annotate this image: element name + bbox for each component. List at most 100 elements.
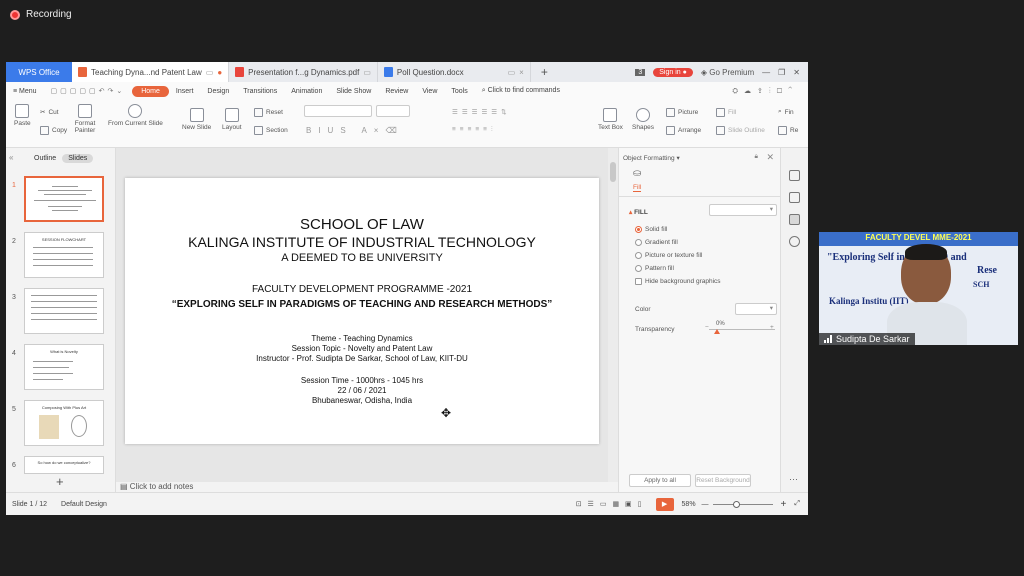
slide-thumbnail-4[interactable]: What is Novelty bbox=[24, 344, 104, 390]
thumb-title: Composing With Plus Art bbox=[41, 405, 87, 410]
menu-slide-show[interactable]: Slide Show bbox=[329, 88, 378, 95]
arrange-label: Arrange bbox=[678, 127, 702, 134]
fill-type-select[interactable]: ▾ bbox=[709, 204, 777, 216]
tab-slides[interactable]: Slides bbox=[62, 154, 94, 163]
panel-title[interactable]: Object Formatting ▾ bbox=[623, 154, 680, 162]
radio-pattern-fill[interactable]: Pattern fill bbox=[635, 265, 674, 272]
zoom-level[interactable]: 58% bbox=[682, 501, 696, 508]
shapes-button[interactable]: Shapes bbox=[632, 108, 654, 131]
zoom-in-icon[interactable]: + bbox=[781, 499, 787, 510]
history-icon[interactable] bbox=[789, 236, 800, 247]
window-count-badge[interactable]: 3 bbox=[635, 68, 646, 76]
radio-picture-fill[interactable]: Picture or texture fill bbox=[635, 252, 702, 259]
color-picker[interactable]: ▾ bbox=[735, 303, 777, 315]
arrange-button[interactable]: Arrange bbox=[666, 126, 701, 135]
collapse-panel-icon[interactable]: « bbox=[9, 153, 13, 162]
replace-button[interactable]: Re bbox=[778, 126, 798, 135]
fit-window-icon[interactable]: ⤢ bbox=[794, 500, 800, 508]
play-slideshow-button[interactable]: ▶ bbox=[655, 497, 674, 511]
radio-solid-fill[interactable]: Solid fill bbox=[635, 226, 667, 233]
tab-teaching-dynamics[interactable]: Teaching Dyna...nd Patent Law ▭ ● bbox=[72, 62, 230, 82]
apply-to-all-button[interactable]: Apply to all bbox=[629, 474, 691, 487]
close-icon[interactable]: × bbox=[519, 68, 524, 77]
menu-home[interactable]: Home bbox=[132, 85, 169, 97]
section-button[interactable]: Section bbox=[254, 126, 288, 135]
picture-button[interactable]: Picture bbox=[666, 108, 698, 117]
reset-button[interactable]: Reset bbox=[254, 108, 283, 117]
hamburger-menu-icon[interactable]: ≡ Menu bbox=[6, 88, 44, 95]
participant-video[interactable]: FACULTY DEVEL MME-2021 "Exploring Self i… bbox=[819, 232, 1018, 345]
search-commands[interactable]: ⌕ Click to find commands bbox=[475, 87, 567, 95]
text-box-button[interactable]: Text Box bbox=[598, 108, 623, 131]
canvas-scrollbar[interactable] bbox=[608, 148, 618, 482]
add-slide-icon[interactable]: + bbox=[56, 474, 64, 489]
current-slide[interactable]: SCHOOL OF LAW KALINGA INSTITUTE OF INDUS… bbox=[125, 178, 599, 444]
wps-office-tab[interactable]: WPS Office bbox=[6, 62, 72, 82]
tab-poll-question[interactable]: Poll Question.docx ▭ × bbox=[378, 62, 531, 82]
menu-view[interactable]: View bbox=[415, 88, 444, 95]
radio-gradient-fill[interactable]: Gradient fill bbox=[635, 239, 678, 246]
monitor-icon[interactable]: ▭ bbox=[363, 68, 371, 77]
menu-animation[interactable]: Animation bbox=[284, 88, 329, 95]
slider-handle[interactable] bbox=[714, 329, 720, 334]
decrease-icon[interactable]: − bbox=[705, 324, 709, 331]
layout-button[interactable]: Layout bbox=[222, 108, 242, 131]
hide-background-checkbox[interactable]: Hide background graphics bbox=[635, 278, 721, 285]
paste-button[interactable]: Paste bbox=[14, 104, 31, 127]
fill-section-header[interactable]: ▴ FILL bbox=[629, 208, 648, 216]
view-mode-buttons[interactable]: ⊡☰▭▦▣▯ bbox=[576, 500, 648, 508]
slide-thumbnail-2[interactable]: SESSION FLOWCHART bbox=[24, 232, 104, 278]
scroll-thumb[interactable] bbox=[610, 162, 616, 182]
paragraph-buttons[interactable]: ☰☰☰☰☰⇅ bbox=[452, 108, 511, 116]
zoom-handle[interactable] bbox=[732, 500, 740, 508]
monitor-icon[interactable]: ▭ bbox=[206, 68, 214, 77]
slide-thumbnail-1[interactable] bbox=[24, 176, 104, 222]
menu-review[interactable]: Review bbox=[378, 88, 415, 95]
slide-thumbnail-6[interactable]: So how do we conceptualize? bbox=[24, 456, 104, 474]
font-size-select[interactable] bbox=[376, 105, 410, 117]
sign-in-button[interactable]: Sign in ● bbox=[653, 67, 693, 77]
animation-icon[interactable] bbox=[789, 192, 800, 203]
menu-design[interactable]: Design bbox=[200, 88, 236, 95]
slide-outline-button[interactable]: Slide Outline bbox=[716, 126, 765, 135]
more-icon[interactable]: ⋯ bbox=[789, 474, 798, 485]
menu-insert[interactable]: Insert bbox=[169, 88, 201, 95]
toolbar-right-icons[interactable]: ⛭☁⇪⋮▢⌃ bbox=[732, 87, 808, 96]
tab-presentation-pdf[interactable]: Presentation f...g Dynamics.pdf ▭ bbox=[229, 62, 378, 82]
slide-thumbnail-5[interactable]: Composing With Plus Art bbox=[24, 400, 104, 446]
restore-icon[interactable]: ❐ bbox=[778, 68, 785, 77]
fill-button[interactable]: Fill bbox=[716, 108, 736, 117]
reset-background-button[interactable]: Reset Background bbox=[695, 474, 751, 487]
copy-slide-icon[interactable] bbox=[789, 170, 800, 181]
properties-icon[interactable] bbox=[789, 214, 800, 225]
quick-access-icons[interactable]: ▢▢▢▢▢↶↷⌄ bbox=[44, 87, 133, 95]
slide-thumbnail-3[interactable] bbox=[24, 288, 104, 334]
from-current-slide-label: From Current Slide bbox=[108, 120, 163, 127]
new-tab-icon[interactable]: + bbox=[531, 65, 558, 79]
alignment-buttons[interactable]: ≡≡≡≡≡⫶ bbox=[452, 126, 497, 134]
cut-button[interactable]: ✂ Cut bbox=[40, 108, 59, 117]
menu-tools[interactable]: Tools bbox=[444, 88, 474, 95]
font-family-select[interactable] bbox=[304, 105, 372, 117]
lock-icon[interactable]: 🔒︎ bbox=[755, 153, 758, 161]
window-close-icon[interactable]: ✕ bbox=[793, 68, 800, 77]
slide-editing-canvas[interactable]: SCHOOL OF LAW KALINGA INSTITUTE OF INDUS… bbox=[116, 148, 608, 482]
new-slide-button[interactable]: New Slide bbox=[182, 108, 211, 131]
format-painter-button[interactable]: Format Painter bbox=[72, 104, 98, 134]
notes-area[interactable]: ▤ Click to add notes bbox=[116, 482, 608, 492]
copy-button[interactable]: Copy bbox=[40, 126, 67, 135]
minimize-icon[interactable]: — bbox=[762, 68, 770, 77]
find-button[interactable]: ⌕ Fin bbox=[778, 108, 794, 116]
tab-outline[interactable]: Outline bbox=[34, 155, 56, 162]
outline-icon bbox=[716, 126, 725, 135]
go-premium-button[interactable]: ◈ Go Premium bbox=[701, 68, 754, 77]
increase-icon[interactable]: + bbox=[770, 324, 774, 331]
monitor-icon[interactable]: ▭ bbox=[508, 68, 516, 77]
panel-close-icon[interactable]: ✕ bbox=[766, 152, 774, 163]
tab-fill[interactable]: Fill bbox=[633, 184, 642, 192]
from-current-slide-button[interactable]: From Current Slide bbox=[108, 104, 163, 127]
zoom-slider[interactable] bbox=[712, 500, 773, 508]
font-style-buttons[interactable]: BIUS A×⌫ bbox=[306, 126, 404, 135]
zoom-out-icon[interactable]: — bbox=[702, 501, 709, 508]
menu-transitions[interactable]: Transitions bbox=[236, 88, 284, 95]
